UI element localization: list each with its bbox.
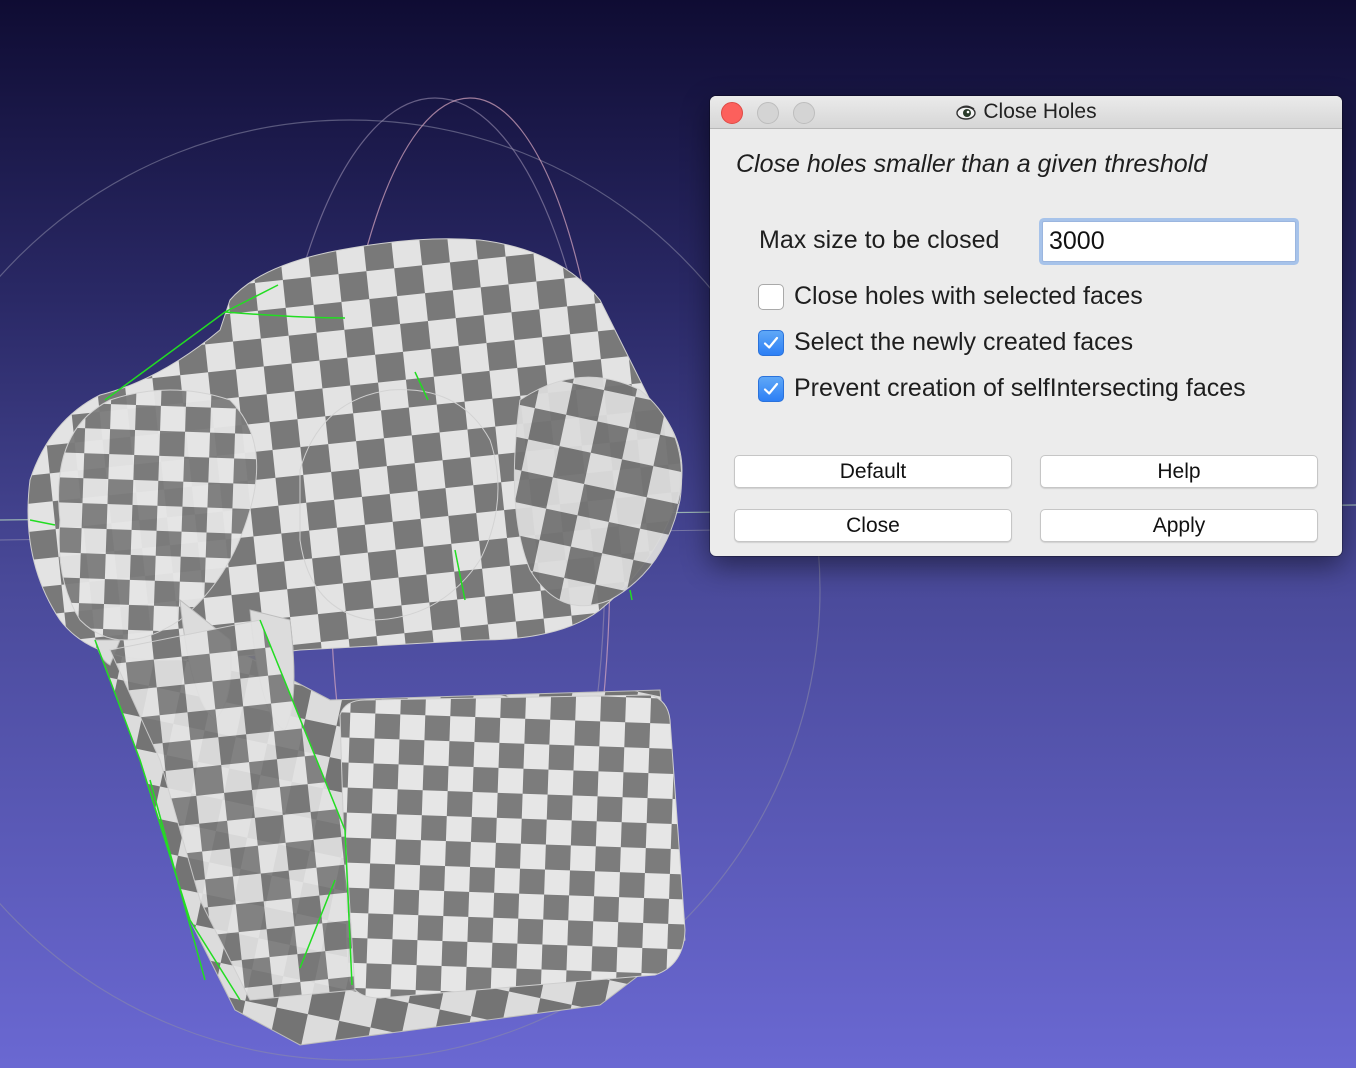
title-wrap: Close Holes (710, 96, 1342, 128)
close-holes-dialog: Close Holes Close holes smaller than a g… (710, 96, 1342, 556)
prevent-self-intersecting-option[interactable]: Prevent creation of selfIntersecting fac… (758, 374, 1246, 403)
select-new-faces-checkbox[interactable] (758, 329, 784, 356)
dialog-description: Close holes smaller than a given thresho… (736, 150, 1208, 178)
checkmark-icon (763, 336, 779, 349)
help-button[interactable]: Help (1040, 455, 1318, 488)
prevent-self-intersecting-checkbox[interactable] (758, 375, 784, 402)
select-new-faces-option[interactable]: Select the newly created faces (758, 328, 1133, 357)
default-button[interactable]: Default (734, 455, 1012, 488)
mesh-side-panel (109, 619, 356, 1001)
select-new-faces-label: Select the newly created faces (794, 328, 1134, 356)
prevent-self-intersecting-label: Prevent creation of selfIntersecting fac… (794, 374, 1246, 402)
max-size-label: Max size to be closed (759, 226, 1000, 254)
apply-button[interactable]: Apply (1040, 509, 1318, 542)
mesh-front-cube (339, 694, 686, 999)
close-holes-selected-option[interactable]: Close holes with selected faces (758, 282, 1143, 311)
max-size-input[interactable] (1042, 221, 1296, 262)
meshlab-eye-icon (956, 105, 977, 120)
close-button[interactable]: Close (734, 509, 1012, 542)
dialog-title: Close Holes (983, 100, 1097, 123)
title-bar[interactable]: Close Holes (710, 96, 1342, 129)
close-holes-selected-checkbox[interactable] (758, 283, 784, 310)
mesh-lobe-right (513, 376, 683, 607)
checkmark-icon (763, 382, 779, 395)
close-holes-selected-label: Close holes with selected faces (794, 282, 1143, 310)
